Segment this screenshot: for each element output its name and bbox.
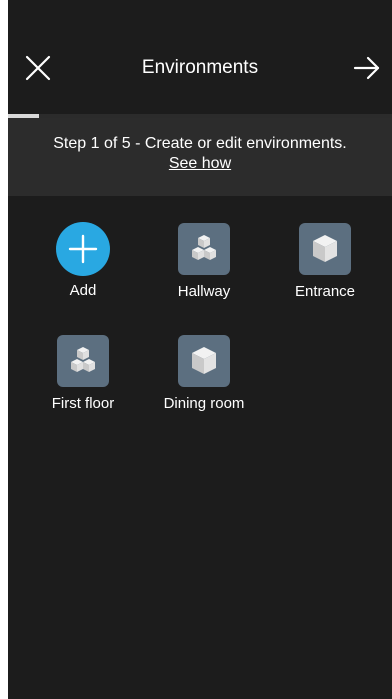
- page-title: Environments: [141, 57, 259, 78]
- app-screen: Environments Step 1 of 5 - Create or edi…: [8, 0, 392, 699]
- multi-cube-icon: [178, 223, 230, 275]
- environment-label: Hallway: [177, 283, 231, 300]
- environment-tile-first-floor[interactable]: First floor: [28, 334, 138, 413]
- cube-icon: [178, 335, 230, 387]
- next-button[interactable]: [352, 54, 382, 82]
- environment-tile-entrance[interactable]: Entrance: [270, 222, 380, 301]
- header: Environments: [8, 0, 392, 114]
- environment-tile-dining-room[interactable]: Dining room: [149, 334, 259, 413]
- multi-cube-icon: [57, 335, 109, 387]
- see-how-link[interactable]: See how: [169, 154, 231, 174]
- environment-tile-hallway[interactable]: Hallway: [149, 222, 259, 301]
- environment-label: Add: [69, 282, 97, 299]
- add-icon: [56, 222, 110, 276]
- cube-icon: [299, 223, 351, 275]
- environment-label: Entrance: [294, 283, 356, 300]
- step-instruction: Step 1 of 5 - Create or edit environment…: [53, 135, 347, 152]
- environment-label: Dining room: [163, 395, 245, 412]
- arrow-right-icon: [353, 56, 380, 80]
- step-banner: Step 1 of 5 - Create or edit environment…: [8, 118, 392, 196]
- add-environment-tile[interactable]: Add: [28, 222, 138, 300]
- environment-label: First floor: [51, 395, 115, 412]
